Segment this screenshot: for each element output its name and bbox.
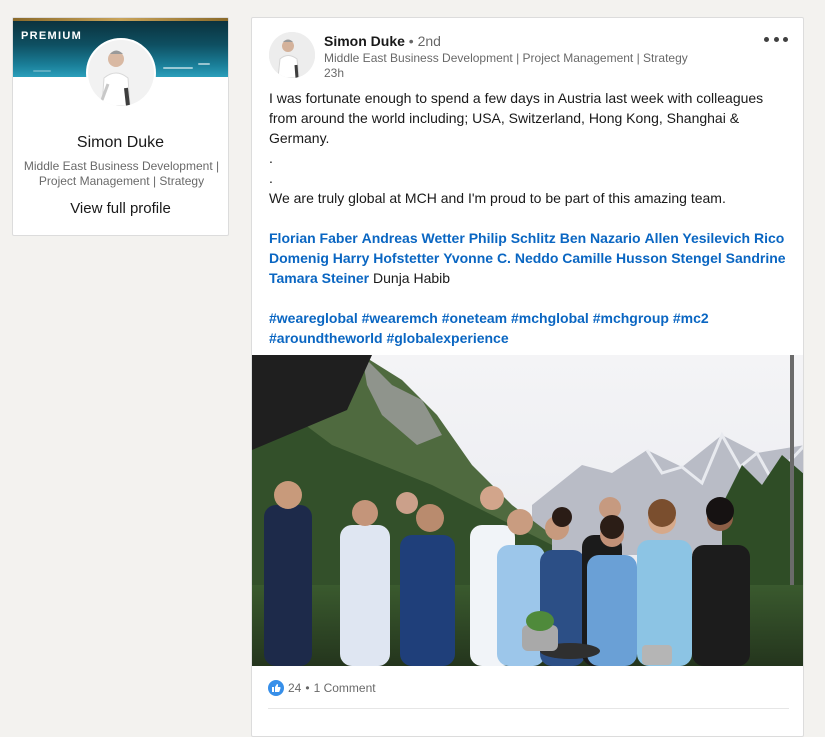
separator-dot: • [305, 681, 310, 695]
mention-link[interactable]: Allen Yesilevich [645, 230, 751, 246]
mention-link[interactable]: Harry Hofstetter [333, 250, 440, 266]
post-dot: . [269, 150, 273, 166]
mention-text: Dunja Habib [373, 270, 451, 286]
post-paragraph: We are truly global at MCH and I'm proud… [269, 190, 726, 206]
banner-sparkle [163, 67, 193, 69]
social-counts: 24 • 1 Comment [268, 680, 376, 696]
mention-link[interactable]: Andreas Wetter [362, 230, 465, 246]
view-full-profile-link[interactable]: View full profile [13, 200, 228, 217]
mentions-line: Florian Faber Andreas Wetter Philip Schl… [269, 228, 794, 288]
profile-name[interactable]: Simon Duke [13, 134, 228, 152]
mention-link[interactable]: Ben Nazario [560, 230, 641, 246]
post-body: I was fortunate enough to spend a few da… [269, 88, 794, 348]
mention-link[interactable]: Philip Schlitz [469, 230, 556, 246]
group-photo-illustration [252, 355, 803, 666]
post-timestamp: 23h [324, 66, 345, 80]
mention-link[interactable]: Sandrine [726, 250, 786, 266]
dot [764, 36, 769, 42]
comment-count-link[interactable]: 1 Comment [314, 681, 376, 695]
post-photo[interactable] [252, 355, 803, 666]
mention-link[interactable]: Tamara Steiner [269, 270, 369, 286]
hashtag-link[interactable]: #mc2 [673, 310, 709, 326]
dot [783, 36, 788, 42]
hashtag-link[interactable]: #wearemch [362, 310, 438, 326]
author-avatar[interactable] [269, 32, 315, 78]
post-paragraph: I was fortunate enough to spend a few da… [269, 90, 764, 146]
person-photo [269, 32, 315, 78]
reaction-count[interactable]: 24 [288, 681, 301, 695]
hashtag-link[interactable]: #weareglobal [269, 310, 358, 326]
dot [773, 36, 779, 42]
mention-link[interactable]: Stengel [671, 250, 722, 266]
more-options-icon[interactable] [764, 31, 788, 47]
hashtag-link[interactable]: #mchgroup [593, 310, 669, 326]
divider [268, 708, 789, 709]
author-name[interactable]: Simon Duke [324, 33, 405, 49]
connection-degree: • 2nd [408, 33, 441, 49]
mention-link[interactable]: Yvonne C. Neddo [443, 250, 558, 266]
person-photo [88, 40, 154, 106]
hashtags-line: #weareglobal #wearemch #oneteam #mchglob… [269, 308, 794, 348]
banner-gold-line [13, 18, 228, 21]
banner-sparkle [198, 63, 210, 65]
premium-badge: PREMIUM [21, 30, 83, 42]
post-dot: . [269, 170, 273, 186]
like-reaction-icon [268, 680, 284, 696]
hashtag-link[interactable]: #mchglobal [511, 310, 589, 326]
feed-post: Simon Duke • 2nd Middle East Business De… [251, 17, 804, 737]
author-line: Simon Duke • 2nd [324, 33, 441, 50]
mention-link[interactable]: Camille Husson [562, 250, 667, 266]
author-headline: Middle East Business Development | Proje… [324, 51, 688, 65]
profile-headline: Middle East Business Development | Proje… [23, 159, 220, 188]
hashtag-link[interactable]: #globalexperience [386, 330, 508, 346]
profile-avatar[interactable] [86, 38, 156, 108]
profile-card: PREMIUM Simon Duke Middle East Business … [12, 17, 229, 236]
hashtag-link[interactable]: #oneteam [442, 310, 507, 326]
mention-link[interactable]: Florian Faber [269, 230, 358, 246]
hashtag-link[interactable]: #aroundtheworld [269, 330, 383, 346]
banner-sparkle [33, 70, 51, 72]
